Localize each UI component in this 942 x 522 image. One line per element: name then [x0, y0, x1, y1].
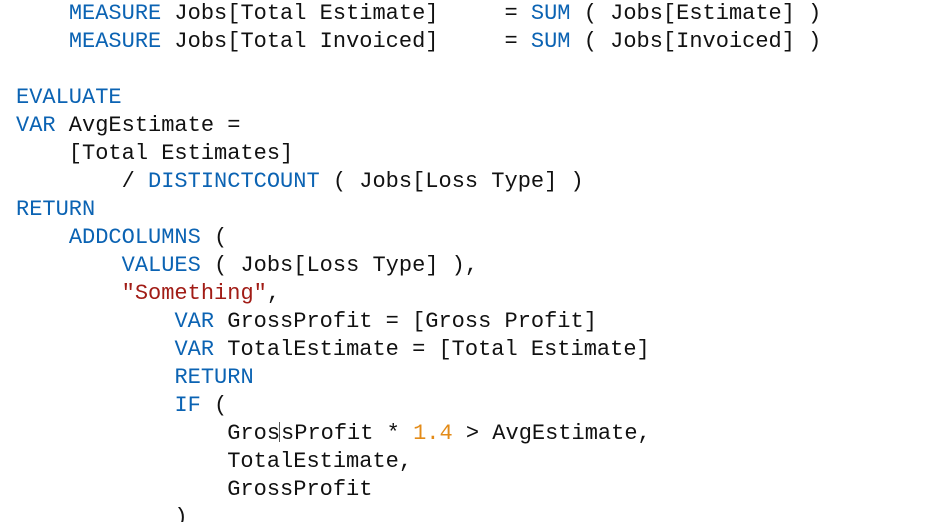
function: ADDCOLUMNS	[69, 225, 201, 250]
keyword: RETURN	[16, 197, 95, 222]
code-text: ( Jobs[Invoiced] )	[571, 29, 822, 54]
keyword: MEASURE	[69, 29, 161, 54]
keyword: IF	[174, 393, 200, 418]
code-text: ( Jobs[Estimate] )	[571, 1, 822, 26]
code-text: )	[16, 505, 188, 522]
code-text: sProfit *	[281, 421, 413, 446]
keyword: RETURN	[174, 365, 253, 390]
keyword: EVALUATE	[16, 85, 122, 110]
number-literal: 1.4	[413, 421, 453, 446]
dax-code-block: MEASURE Jobs[Total Estimate] = SUM ( Job…	[0, 0, 942, 522]
keyword: VAR	[16, 113, 56, 138]
function: SUM	[531, 29, 571, 54]
string-literal: "Something"	[122, 281, 267, 306]
code-text: Jobs[Total Estimate] =	[161, 1, 531, 26]
code-text: ( Jobs[Loss Type] ),	[201, 253, 478, 278]
code-text: ( Jobs[Loss Type] )	[320, 169, 584, 194]
code-text: Gros	[16, 421, 280, 446]
code-text: Jobs[Total Invoiced] =	[161, 29, 531, 54]
code-text: [Total Estimates]	[16, 141, 293, 166]
keyword: VAR	[174, 309, 214, 334]
function: DISTINCTCOUNT	[148, 169, 320, 194]
code-text: GrossProfit	[16, 477, 372, 502]
code-text: /	[16, 169, 148, 194]
code-text: ,	[267, 281, 280, 306]
code-text: GrossProfit = [Gross Profit]	[214, 309, 597, 334]
keyword: MEASURE	[69, 1, 161, 26]
function: VALUES	[122, 253, 201, 278]
keyword: VAR	[174, 337, 214, 362]
text-cursor	[279, 422, 280, 442]
code-text: > AvgEstimate,	[453, 421, 651, 446]
code-text: AvgEstimate =	[56, 113, 241, 138]
code-text: (	[201, 393, 227, 418]
code-text: (	[201, 225, 227, 250]
code-text: TotalEstimate,	[16, 449, 412, 474]
function: SUM	[531, 1, 571, 26]
code-text: TotalEstimate = [Total Estimate]	[214, 337, 650, 362]
